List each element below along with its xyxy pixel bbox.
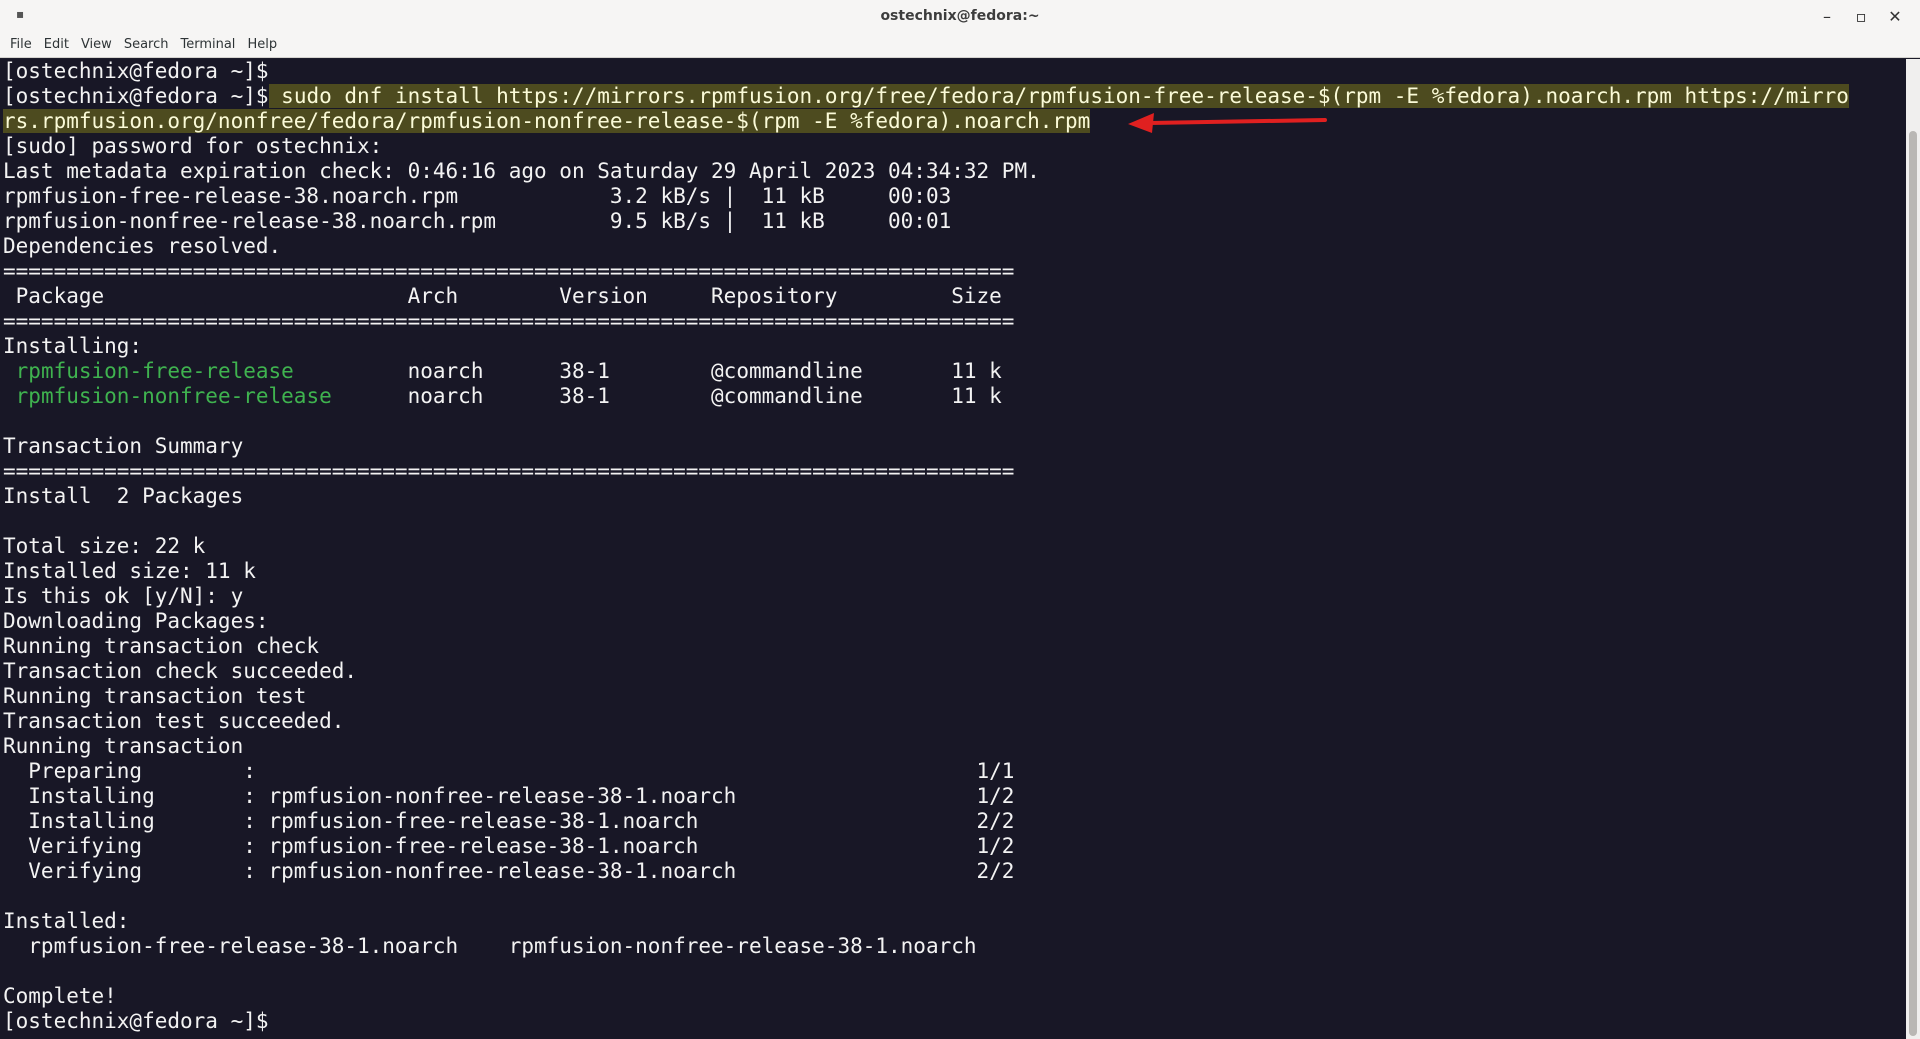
terminal-line: rs.rpmfusion.org/nonfree/fedora/rpmfusio… — [3, 109, 1906, 134]
terminal-line: Is this ok [y/N]: y — [3, 584, 1906, 609]
terminal-line: Installed size: 11 k — [3, 559, 1906, 584]
menu-view[interactable]: View — [75, 37, 118, 52]
terminal-line: Verifying : rpmfusion-nonfree-release-38… — [3, 859, 1906, 884]
terminal-line: Dependencies resolved. — [3, 234, 1906, 259]
terminal-line: Verifying : rpmfusion-free-release-38-1.… — [3, 834, 1906, 859]
terminal-line: [ostechnix@fedora ~]$ sudo dnf install h… — [3, 84, 1906, 109]
terminal-line: [ostechnix@fedora ~]$ — [3, 1009, 1906, 1034]
scrollbar[interactable] — [1906, 59, 1920, 1039]
package-details: noarch 38-1 @commandline 11 k — [332, 384, 1002, 408]
terminal-line: Transaction check succeeded. — [3, 659, 1906, 684]
window-title: ostechnix@fedora:~ — [0, 8, 1920, 24]
terminal-line: ========================================… — [3, 309, 1906, 334]
terminal-line: Last metadata expiration check: 0:46:16 … — [3, 159, 1906, 184]
highlighted-command-cont: rs.rpmfusion.org/nonfree/fedora/rpmfusio… — [3, 109, 1090, 133]
terminal-output: [sudo] password for ostechnix:Last metad… — [3, 134, 1906, 359]
package-name: rpmfusion-nonfree-release — [16, 384, 332, 408]
terminal-line: ========================================… — [3, 259, 1906, 284]
minimize-icon[interactable]: – — [1812, 6, 1842, 26]
terminal-line: Installing : rpmfusion-nonfree-release-3… — [3, 784, 1906, 809]
terminal-line: rpmfusion-free-release-38-1.noarch rpmfu… — [3, 934, 1906, 959]
terminal-line — [3, 409, 1906, 434]
terminal-line: [sudo] password for ostechnix: — [3, 134, 1906, 159]
menu-help[interactable]: Help — [241, 37, 283, 52]
package-row: rpmfusion-nonfree-release noarch 38-1 @c… — [3, 384, 1906, 409]
prompt: [ostechnix@fedora ~]$ — [3, 59, 269, 83]
terminal-area[interactable]: [ostechnix@fedora ~]$ [ostechnix@fedora … — [0, 59, 1906, 1039]
terminal-line — [3, 884, 1906, 909]
terminal-line: ========================================… — [3, 459, 1906, 484]
package-row: rpmfusion-free-release noarch 38-1 @comm… — [3, 359, 1906, 384]
terminal-line: Running transaction check — [3, 634, 1906, 659]
title-bar: ▪ ostechnix@fedora:~ – ▫ ✕ — [0, 0, 1920, 33]
terminal-output: Transaction Summary=====================… — [3, 409, 1906, 1009]
prompt: [ostechnix@fedora ~]$ — [3, 84, 269, 108]
close-icon[interactable]: ✕ — [1880, 6, 1910, 26]
terminal-line: Downloading Packages: — [3, 609, 1906, 634]
menu-terminal[interactable]: Terminal — [174, 37, 241, 52]
terminal-line: Preparing : 1/1 — [3, 759, 1906, 784]
annotation-arrow-icon — [1120, 105, 1340, 135]
terminal-line: Installed: — [3, 909, 1906, 934]
terminal-line — [3, 959, 1906, 984]
terminal-line: Running transaction — [3, 734, 1906, 759]
terminal-line: rpmfusion-free-release-38.noarch.rpm 3.2… — [3, 184, 1906, 209]
package-details: noarch 38-1 @commandline 11 k — [294, 359, 1002, 383]
highlighted-command: sudo dnf install https://mirrors.rpmfusi… — [281, 84, 1849, 108]
terminal-line: Complete! — [3, 984, 1906, 1009]
terminal-line: Total size: 22 k — [3, 534, 1906, 559]
menu-file[interactable]: File — [4, 37, 38, 52]
terminal-line: rpmfusion-nonfree-release-38.noarch.rpm … — [3, 209, 1906, 234]
terminal-line: Transaction test succeeded. — [3, 709, 1906, 734]
terminal-line: Installing: — [3, 334, 1906, 359]
terminal-line: Running transaction test — [3, 684, 1906, 709]
menu-edit[interactable]: Edit — [38, 37, 75, 52]
window-controls: – ▫ ✕ — [1812, 6, 1910, 26]
terminal-line: Install 2 Packages — [3, 484, 1906, 509]
terminal-line: Package Arch Version Repository Size — [3, 284, 1906, 309]
scrollbar-thumb[interactable] — [1909, 131, 1917, 1036]
prompt: [ostechnix@fedora ~]$ — [3, 1009, 269, 1033]
menu-search[interactable]: Search — [118, 37, 175, 52]
maximize-icon[interactable]: ▫ — [1846, 6, 1876, 26]
terminal-line: Installing : rpmfusion-free-release-38-1… — [3, 809, 1906, 834]
menu-bar: File Edit View Search Terminal Help — [0, 32, 1920, 58]
terminal-line: [ostechnix@fedora ~]$ — [3, 59, 1906, 84]
terminal-line — [3, 509, 1906, 534]
package-name: rpmfusion-free-release — [16, 359, 294, 383]
terminal-line: Transaction Summary — [3, 434, 1906, 459]
